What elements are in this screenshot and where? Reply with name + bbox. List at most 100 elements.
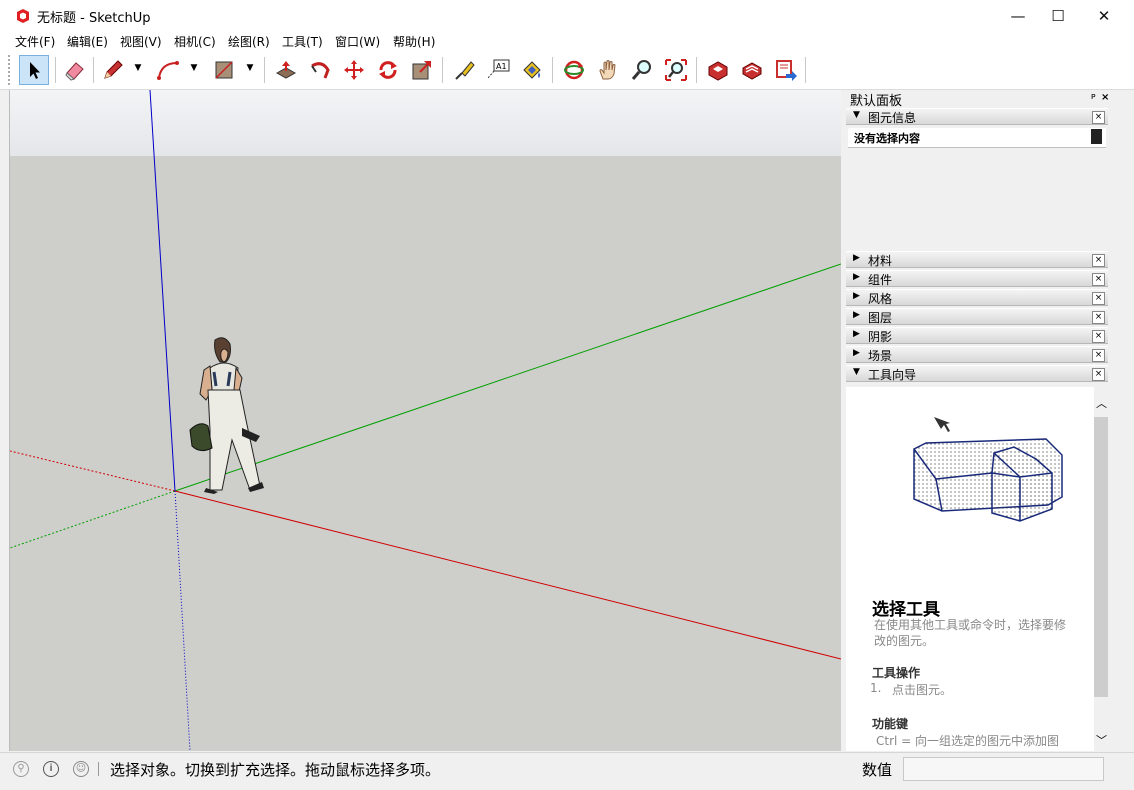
- triangle-right-icon: ▶: [853, 348, 860, 358]
- menu-bar: 文件(F) 编辑(E) 视图(V) 相机(C) 绘图(R) 工具(T) 窗口(W…: [0, 31, 1134, 51]
- minimize-icon: —: [1010, 6, 1026, 25]
- arc-icon: [157, 61, 179, 80]
- tray-label: 图元信息: [868, 111, 917, 125]
- status-message: 选择对象。切换到扩充选择。拖动鼠标选择多项。: [110, 761, 441, 779]
- zoom-tool-button[interactable]: [627, 55, 657, 85]
- menu-help[interactable]: 帮助(H): [393, 33, 435, 50]
- tray-label: 组件: [868, 273, 893, 287]
- scrollbar-thumb[interactable]: [1094, 417, 1108, 697]
- text-tool-label: A1: [496, 62, 507, 71]
- follow-me-tool-button[interactable]: [305, 55, 335, 85]
- text-label-icon: A1: [487, 59, 510, 79]
- move-tool-button[interactable]: [339, 55, 369, 85]
- menu-window[interactable]: 窗口(W): [335, 33, 380, 50]
- 3d-warehouse-button[interactable]: [703, 55, 733, 85]
- close-icon[interactable]: ×: [1092, 311, 1105, 324]
- text-tool-button[interactable]: A1: [483, 55, 513, 85]
- tray-label: 工具向导: [868, 368, 917, 382]
- instructor-scrollbar[interactable]: ︿ ﹀: [1094, 387, 1108, 751]
- triangle-down-icon: ▼: [190, 63, 198, 73]
- menu-camera[interactable]: 相机(C): [174, 33, 216, 50]
- close-icon[interactable]: ×: [1092, 330, 1105, 343]
- instructor-op-item: 点击图元。: [892, 683, 953, 697]
- close-icon[interactable]: ×: [1092, 273, 1105, 286]
- pencil-icon: [104, 60, 123, 79]
- select-tool-illustration: [913, 417, 1063, 522]
- extension-warehouse-button[interactable]: [737, 55, 767, 85]
- triangle-right-icon: ▶: [853, 253, 860, 263]
- arc-tool-button[interactable]: [153, 55, 183, 85]
- menu-edit[interactable]: 编辑(E): [67, 33, 108, 50]
- geo-location-icon[interactable]: ⚲: [13, 761, 29, 777]
- red-axis-positive: [174, 490, 841, 660]
- tray-header-instructor[interactable]: ▼ 工具向导 ×: [846, 365, 1108, 382]
- user-account-icon[interactable]: ☺: [73, 761, 89, 777]
- rectangle-tool-button[interactable]: [209, 55, 239, 85]
- menu-tools[interactable]: 工具(T): [282, 33, 323, 50]
- rectangle-icon: [215, 61, 233, 79]
- menu-file[interactable]: 文件(F): [15, 33, 55, 50]
- tray-header-materials[interactable]: ▶ 材料 ×: [846, 251, 1108, 268]
- chevron-up-icon[interactable]: ︿: [1096, 395, 1107, 411]
- pan-tool-button[interactable]: [593, 55, 623, 85]
- orbit-tool-button[interactable]: [559, 55, 589, 85]
- maximize-icon: ☐: [1051, 6, 1065, 25]
- scale-icon: [412, 61, 431, 80]
- instructor-key-item: Ctrl = 向一组选定的图元中添加图: [876, 734, 1060, 748]
- tray-header-layers[interactable]: ▶ 图层 ×: [846, 308, 1108, 325]
- rotate-icon: [379, 61, 397, 79]
- menu-view[interactable]: 视图(V): [120, 33, 162, 50]
- toolbar-grip[interactable]: [8, 55, 16, 85]
- tray-header-components[interactable]: ▶ 组件 ×: [846, 270, 1108, 287]
- zoom-extents-tool-button[interactable]: [661, 55, 691, 85]
- tray-header-entity-info[interactable]: ▼ 图元信息 ×: [846, 108, 1108, 125]
- send-to-layout-button[interactable]: [771, 55, 801, 85]
- triangle-down-icon: ▼: [246, 63, 254, 73]
- rotate-tool-button[interactable]: [373, 55, 403, 85]
- rectangle-tool-dropdown[interactable]: ▼: [244, 61, 256, 75]
- green-axis-positive: [174, 263, 841, 492]
- pin-icon[interactable]: ᴘ: [1091, 92, 1096, 102]
- tape-measure-tool-button[interactable]: [449, 55, 479, 85]
- close-icon[interactable]: ×: [1092, 292, 1105, 305]
- eraser-tool-button[interactable]: [60, 55, 90, 85]
- close-icon[interactable]: ×: [1092, 368, 1105, 381]
- toolbar-separator: [442, 57, 443, 83]
- measurements-label: 数值: [862, 761, 893, 779]
- follow-me-icon: [311, 62, 330, 79]
- select-tool-button[interactable]: [19, 55, 49, 85]
- menu-draw[interactable]: 绘图(R): [228, 33, 270, 50]
- triangle-right-icon: ▶: [853, 272, 860, 282]
- tray-header-scenes[interactable]: ▶ 场景 ×: [846, 346, 1108, 363]
- close-icon[interactable]: ×: [1092, 111, 1105, 124]
- scale-tool-button[interactable]: [407, 55, 437, 85]
- instructor-section-modifier-keys: 功能键: [872, 717, 909, 731]
- tray-close-icon[interactable]: ×: [1101, 92, 1109, 103]
- credits-info-icon[interactable]: i: [43, 761, 59, 777]
- triangle-right-icon: ▶: [853, 329, 860, 339]
- tray-title: 默认面板: [850, 94, 903, 109]
- modeling-viewport[interactable]: [9, 90, 841, 751]
- line-tool-button[interactable]: [98, 55, 128, 85]
- tray-header-styles[interactable]: ▶ 风格 ×: [846, 289, 1108, 306]
- measurements-input[interactable]: [903, 757, 1104, 781]
- close-window-button[interactable]: ✕: [1081, 0, 1127, 31]
- window-title: 无标题 - SketchUp: [37, 11, 151, 26]
- details-toggle-icon[interactable]: [1091, 129, 1102, 144]
- toolbar-separator: [805, 57, 806, 83]
- status-divider: [98, 762, 99, 776]
- maximize-button[interactable]: ☐: [1035, 0, 1081, 31]
- eraser-icon: [65, 62, 84, 81]
- push-pull-tool-button[interactable]: [271, 55, 301, 85]
- magnifier-icon: [631, 60, 651, 80]
- arc-tool-dropdown[interactable]: ▼: [188, 61, 200, 75]
- instructor-description: 在使用其他工具或命令时，选择要修改的图元。: [874, 618, 1067, 648]
- tray-header-shadows[interactable]: ▶ 阴影 ×: [846, 327, 1108, 344]
- line-tool-dropdown[interactable]: ▼: [132, 61, 144, 75]
- instructor-op-number: 1.: [870, 681, 882, 695]
- close-icon[interactable]: ×: [1092, 254, 1105, 267]
- large-toolset-toolbar: ▼ ▼ ▼ A1: [0, 51, 1134, 90]
- chevron-down-icon[interactable]: ﹀: [1096, 732, 1107, 748]
- close-icon[interactable]: ×: [1092, 349, 1105, 362]
- paint-bucket-tool-button[interactable]: [517, 55, 547, 85]
